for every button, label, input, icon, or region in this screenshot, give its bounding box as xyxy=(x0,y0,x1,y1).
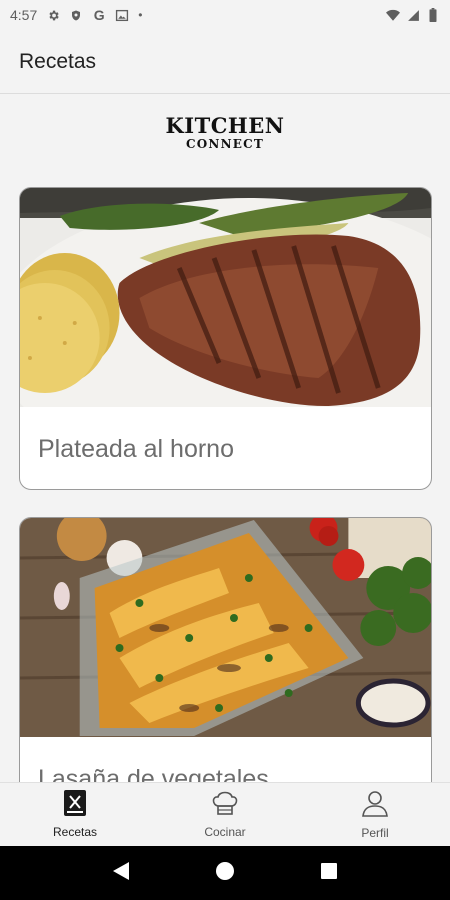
battery-icon xyxy=(426,8,440,22)
nav-label: Recetas xyxy=(52,825,98,839)
status-time: 4:57 xyxy=(10,7,38,23)
gear-icon xyxy=(46,8,60,22)
recipes-icon xyxy=(64,790,86,821)
recipe-title: Plateada al horno xyxy=(38,434,234,463)
nav-label: Perfil xyxy=(361,826,389,840)
nav-item-recetas[interactable]: Recetas xyxy=(0,783,150,846)
google-g-icon: G xyxy=(93,7,105,23)
recipe-list[interactable]: KITCHEN CONNECT Plateada al horno Lasaña… xyxy=(0,95,450,782)
nav-item-perfil[interactable]: Perfil xyxy=(300,783,450,846)
app-bar: Recetas xyxy=(0,30,450,94)
signal-icon xyxy=(406,8,420,22)
recipe-card[interactable]: Plateada al horno xyxy=(19,187,432,490)
recipe-image xyxy=(20,188,431,407)
nav-item-cocinar[interactable]: Cocinar xyxy=(150,783,300,846)
chef-hat-icon xyxy=(211,790,239,821)
bottom-nav: Recetas Cocinar Perfil xyxy=(0,782,450,846)
logo-line-1: KITCHEN xyxy=(165,113,285,138)
recipe-title: Lasaña de vegetales xyxy=(38,764,269,783)
page-title: Recetas xyxy=(19,49,97,73)
profile-icon xyxy=(361,789,389,822)
shield-icon xyxy=(69,8,83,22)
back-icon[interactable] xyxy=(112,861,130,886)
recipe-image xyxy=(20,518,431,737)
wifi-icon xyxy=(386,8,400,22)
kitchen-connect-logo: KITCHEN CONNECT xyxy=(0,113,450,152)
home-icon[interactable] xyxy=(215,861,235,886)
status-bar: 4:57 G • xyxy=(0,0,450,30)
system-nav-bar xyxy=(0,846,450,900)
recents-icon[interactable] xyxy=(320,862,338,885)
recipe-card[interactable]: Lasaña de vegetales xyxy=(19,517,432,782)
dot-icon: • xyxy=(138,8,143,22)
gallery-icon xyxy=(115,8,129,22)
nav-label: Cocinar xyxy=(204,825,246,839)
logo-line-2: CONNECT xyxy=(186,137,264,151)
